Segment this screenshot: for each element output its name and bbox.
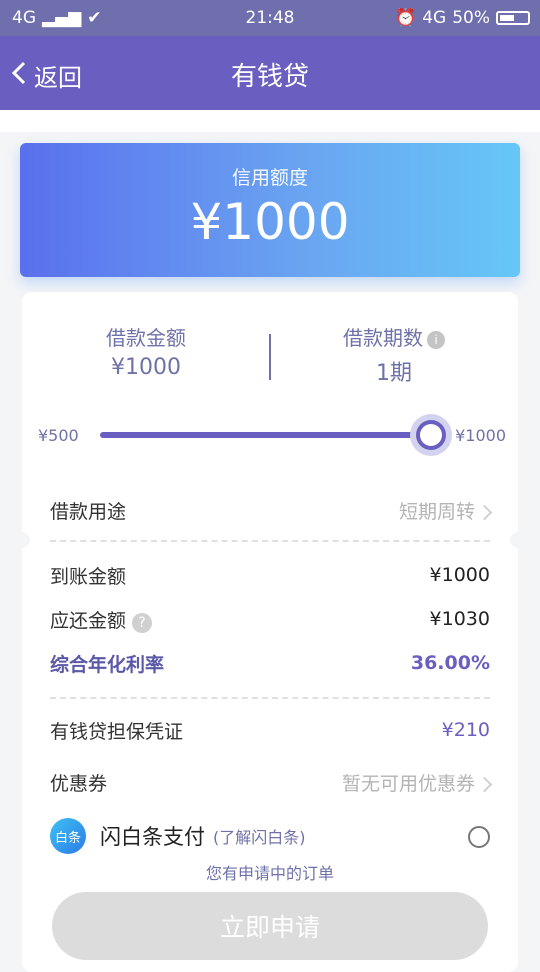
loan-form-card: 借款金额 ¥1000 借款期数 i 1期 ¥500 ¥1000 借款用途 短期周转… [14,292,526,972]
annual-rate-label: 综合年化利率 [50,653,165,676]
repay-amount-label: 应还金额 [50,609,127,632]
coupon-label: 优惠券 [50,772,108,795]
guarantee-value: ¥210 [441,719,490,741]
card-notch-left [14,532,30,548]
credit-limit-label: 信用额度 [231,167,308,189]
received-amount-value: ¥1000 [429,564,490,586]
loan-term-stat[interactable]: 借款期数 i 1期 [270,322,518,387]
slider-min-label: ¥500 [38,426,79,445]
loan-purpose-value: 短期周转 [398,500,475,523]
received-amount-row: 到账金额 ¥1000 [50,555,490,595]
apply-button[interactable]: 立即申请 [52,892,488,960]
loan-amount-label: 借款金额 [106,326,186,350]
repay-amount-value: ¥1030 [429,608,490,630]
coupon-value: 暂无可用优惠券 [341,772,475,795]
amount-slider[interactable]: ¥500 ¥1000 [22,412,518,456]
loan-amount-value: ¥1000 [111,355,181,380]
repay-amount-row: 应还金额? ¥1030 [50,599,490,639]
flash-pay-learn-link[interactable]: (了解闪白条) [213,824,306,848]
loan-term-value: 1期 [376,361,412,386]
loan-term-label: 借款期数 [343,326,423,350]
credit-limit-amount: ¥1000 [190,193,350,251]
dashed-divider [50,540,490,542]
header-spacer [0,110,540,132]
guarantee-row[interactable]: 有钱贷担保凭证 ¥210 [50,710,490,750]
loan-purpose-label: 借款用途 [50,500,127,523]
flash-pay-logo: 白条 [50,818,86,854]
slider-track[interactable] [100,432,428,438]
chevron-right-icon [476,504,493,520]
nav-bar: 返回 有钱贷 [0,36,540,110]
flash-pay-radio[interactable] [468,826,490,848]
chevron-right-icon [476,776,493,792]
slider-thumb[interactable] [410,414,452,456]
page-title: 有钱贷 [230,62,309,92]
received-amount-label: 到账金额 [50,565,127,588]
dashed-divider-2 [50,697,490,699]
loan-amount-stat: 借款金额 ¥1000 [22,322,270,380]
network-indicator-right: 4G [422,8,447,28]
coupon-row[interactable]: 优惠券 暂无可用优惠券 [50,762,493,802]
loan-purpose-row[interactable]: 借款用途 短期周转 [50,490,493,530]
status-bar: 4G ▂▄▆ ✔ 21:48 ⏰ 4G 50% [0,0,540,36]
battery-percent: 50% [452,8,490,28]
guarantee-label: 有钱贷担保凭证 [50,720,184,743]
clock: 21:48 [245,8,295,28]
card-notch-right [510,532,526,548]
battery-icon [496,11,530,25]
credit-limit-card: 信用额度 ¥1000 [20,143,520,277]
annual-rate-value: 36.00% [410,652,490,674]
info-icon[interactable]: i [427,330,445,349]
slider-max-label: ¥1000 [455,426,506,445]
loan-summary: 借款金额 ¥1000 借款期数 i 1期 [22,322,518,386]
flash-pay-option[interactable]: 白条 闪白条支付 (了解闪白条) [50,816,490,856]
pending-order-notice[interactable]: 您有申请中的订单 [22,860,518,884]
flash-pay-title: 闪白条支付 [100,825,205,849]
annual-rate-row: 综合年化利率 36.00% [50,643,490,683]
alarm-off-icon: ⏰ [395,8,417,28]
help-icon[interactable]: ? [132,612,153,633]
